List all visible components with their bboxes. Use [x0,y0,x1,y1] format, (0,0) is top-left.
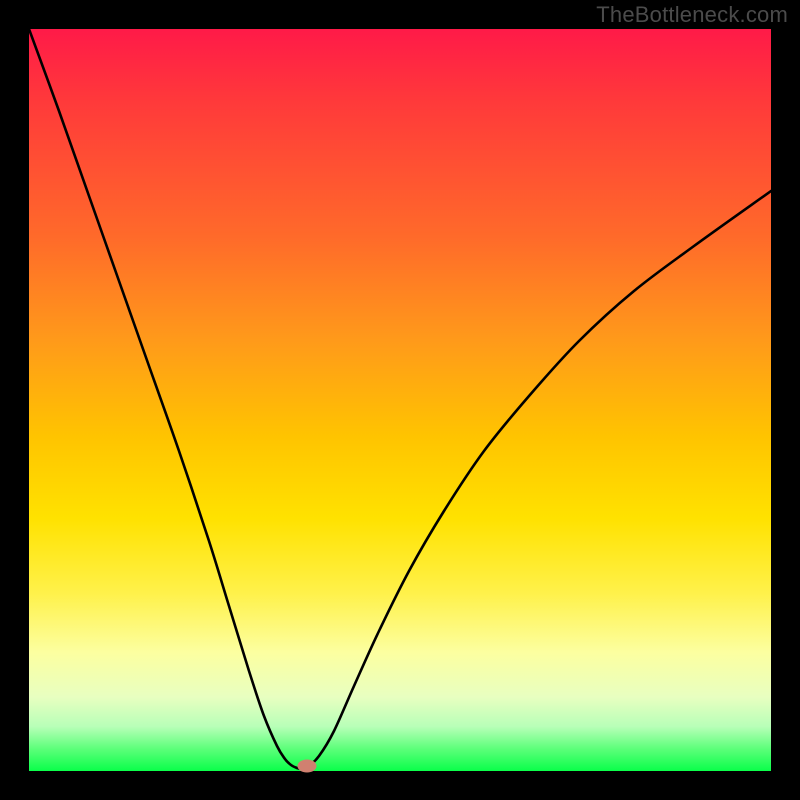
optimum-marker [298,760,317,773]
plot-area [29,29,771,771]
curve-layer [29,29,771,771]
chart-frame: TheBottleneck.com [0,0,800,800]
watermark-text: TheBottleneck.com [596,2,788,28]
bottleneck-curve [29,29,771,769]
